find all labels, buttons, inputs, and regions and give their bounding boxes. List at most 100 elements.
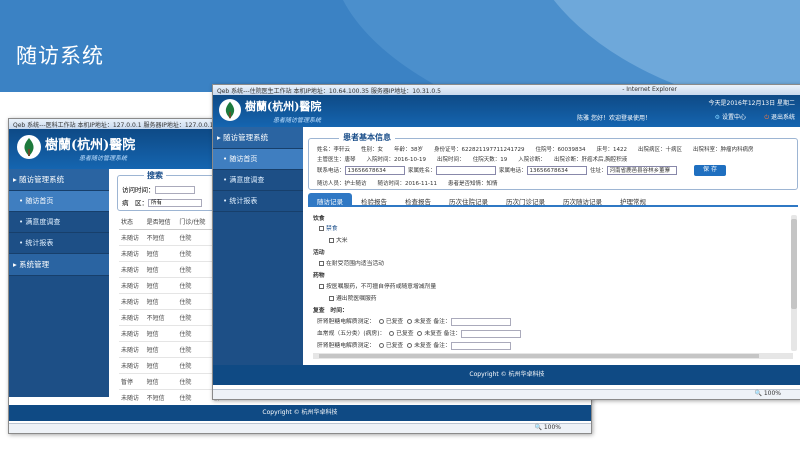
table-row[interactable]: 未随访短信住院肿 [119,245,224,262]
table-row[interactable]: 未随访短信住院肿 [119,293,224,310]
tab-lab-report[interactable]: 检验报告 [352,193,396,206]
recheck-2-notdone-radio[interactable] [417,331,423,336]
tab-nursing-routine[interactable]: 护理常规 [611,193,655,206]
front-nav-group-followup[interactable]: ▸ 随访管理系统 [213,127,303,149]
tab-followup-history[interactable]: 历次随访记录 [554,193,611,206]
table-cell: 住院 [177,325,213,342]
col-sms[interactable]: 是否短信 [144,214,178,230]
browser-name: - Internet Explorer [622,86,677,93]
recheck-1-notdone-radio[interactable] [407,319,413,324]
family-phone-input[interactable]: 13656678634 [526,166,587,175]
table-cell: 住院 [177,373,213,390]
logout-link[interactable]: ⏻ 退出系统 [764,112,795,122]
diet-heading: 饮食 [313,216,325,222]
table-cell: 短信 [144,277,178,294]
recheck-1-done-radio[interactable] [378,319,384,324]
recheck-2-note-input[interactable] [461,329,522,338]
record-tabs: 随访记录 检验报告 检查报告 历次住院记录 历次门诊记录 历次随访记录 护理常规 [308,193,798,207]
table-cell: 未随访 [119,325,145,342]
table-cell: 短信 [144,341,178,358]
table-cell: 未随访 [119,309,145,326]
settings-icon: ⚙ [714,114,721,121]
activity-checkbox[interactable] [319,261,324,266]
back-nav-group-followup[interactable]: ▸ 随访管理系统 [9,169,109,191]
address-label: 住址： [590,168,607,174]
front-nav-item-report[interactable]: • 统计报表 [213,191,303,212]
front-window-title: Qeb 系统---住院医生工作站 本机IP地址：10.64.100.35 服务器… [217,88,441,95]
tab-followup-record[interactable]: 随访记录 [308,193,352,206]
table-cell: 短信 [144,245,178,262]
search-panel: 搜索 访问时间： 病 区： 所有 [117,170,227,211]
visit-date-input[interactable] [154,186,195,194]
back-nav-group-system[interactable]: ▸ 系统管理 [9,254,109,276]
phone-label: 联系电话： [317,168,345,174]
col-type[interactable]: 门诊/住院 [177,214,213,230]
tab-outpatient-history[interactable]: 历次门诊记录 [497,193,554,206]
recheck-3-notdone-radio[interactable] [407,343,413,348]
ward-label: 病 区： [122,199,148,207]
back-nav-item-satisfaction[interactable]: • 满意度调查 [9,212,109,233]
table-row[interactable]: 未随访不短信住院肿 [119,229,224,246]
search-legend: 搜索 [144,170,166,181]
recheck-3-done-radio[interactable] [378,343,384,348]
table-row[interactable]: 未随访短信住院肿 [119,277,224,294]
table-cell: 短信 [144,261,178,278]
front-nav-item-home[interactable]: • 随访首页 [213,149,303,170]
recheck-2-done-radio[interactable] [389,331,395,336]
activity-heading: 活动 [313,250,325,256]
table-cell: 未随访 [119,341,145,358]
table-cell: 暂停 [119,373,145,390]
recheck-3-note-input[interactable] [450,341,511,350]
zoom-icon: 🔍 [754,390,762,397]
front-sidebar: ▸ 随访管理系统 • 随访首页 • 满意度调查 • 统计报表 [213,127,303,365]
recheck-1-note-input[interactable] [450,317,511,326]
slide-header-band: 随访系统 [0,0,800,92]
patient-row-1: 姓名：李轩云 性别：女 年龄：38岁 身份证号：6228211977112417… [317,147,754,153]
save-button[interactable]: 保 存 [694,165,726,176]
medicine-checkbox-1[interactable] [319,284,324,289]
table-row[interactable]: 未随访不短信住院肿 [119,389,224,406]
front-nav-item-satisfaction[interactable]: • 满意度调查 [213,170,303,191]
table-cell: 不短信 [144,389,178,406]
diet-fasting-checkbox[interactable] [319,226,324,231]
table-cell: 未随访 [119,389,145,406]
table-cell: 未随访 [119,229,145,246]
scrollbar-thumb[interactable] [319,354,759,358]
table-cell: 住院 [177,261,213,278]
table-cell: 未随访 [119,245,145,262]
phone-input[interactable]: 13656678634 [344,166,405,175]
front-zoom-level[interactable]: 100% [764,390,781,397]
back-nav-item-home[interactable]: • 随访首页 [9,191,109,212]
visit-date-label: 访问时间： [122,186,155,194]
medicine-checkbox-2[interactable] [329,296,334,301]
col-status[interactable]: 状态 [119,214,145,230]
back-nav-item-report[interactable]: • 统计报表 [9,233,109,254]
table-row[interactable]: 未随访短信住院肿 [119,261,224,278]
ward-select[interactable]: 所有 [148,199,202,207]
back-zoom-level[interactable]: 100% [544,424,561,431]
diet-rice-checkbox[interactable] [329,238,334,243]
tab-exam-report[interactable]: 检查报告 [396,193,440,206]
table-row[interactable]: 暂停短信住院肿 [119,373,224,390]
table-cell: 短信 [144,293,178,310]
family-phone-label: 家属电话： [499,168,527,174]
settings-link[interactable]: ⚙ 设置中心 [715,112,746,121]
scrollbar-thumb[interactable] [791,219,797,309]
front-statusbar: 🔍 100% [213,389,800,399]
table-row[interactable]: 未随访短信住院肿 [119,341,224,358]
form-horizontal-scrollbar[interactable] [313,353,793,359]
front-footer: Copyright © 杭州华卓科技 [213,365,800,385]
tab-inpatient-history[interactable]: 历次住院记录 [440,193,497,206]
table-cell: 未随访 [119,293,145,310]
patient-row-2: 主管医生：唐琴 入院时间：2016-10-19 出院时间： 住院天数：19 入院… [317,157,628,163]
diet-rice-label: 大米 [336,238,348,244]
family-name-input[interactable] [435,166,496,175]
recheck-item-2-label: 血常规（五分类）(病房)： [317,331,386,337]
table-row[interactable]: 未随访不短信住院肿 [119,309,224,326]
patient-row-4: 随访人员：护士随访 随访时间：2016-11-11 患者是否知情：知情 [317,181,498,187]
table-cell: 未随访 [119,261,145,278]
table-row[interactable]: 未随访短信住院肿 [119,325,224,342]
form-vertical-scrollbar[interactable] [791,215,797,351]
table-row[interactable]: 未随访短信住院泌 [119,357,224,374]
address-input[interactable]: 河南省鹿邑县谷林乡董寨 [606,166,677,175]
